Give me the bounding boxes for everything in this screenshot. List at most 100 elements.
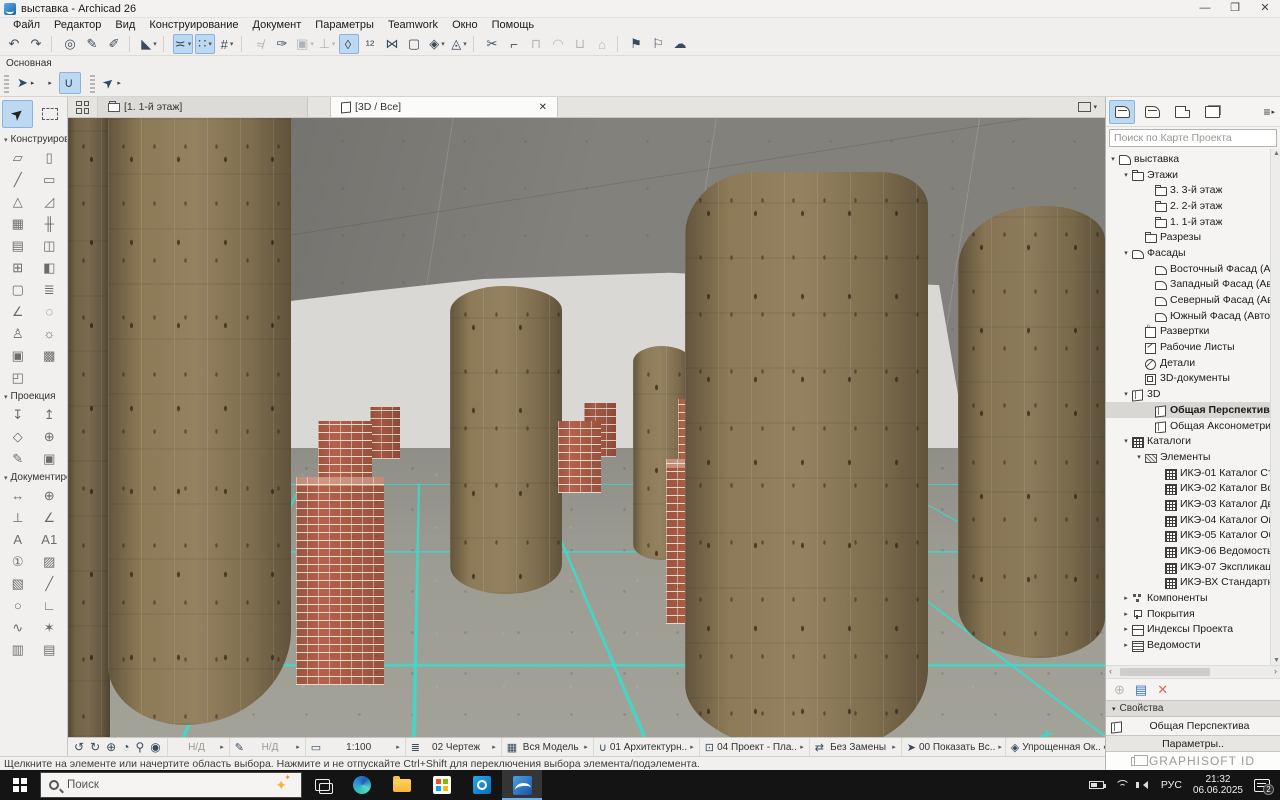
lamp-tool[interactable]: ☼ <box>36 324 62 343</box>
undo-icon[interactable]: ↶ <box>5 34 25 54</box>
tree-item-ike-03[interactable]: ИКЭ-03 Каталог Дверей <box>1106 496 1270 512</box>
drawing-tool[interactable]: ▤ <box>36 640 62 659</box>
cursor-group-button[interactable]: ➤▸ <box>13 72 38 94</box>
camera-tool[interactable]: ▣ <box>36 449 62 468</box>
spline-tool[interactable]: ∿ <box>5 618 31 637</box>
layout-book-tab[interactable] <box>1169 100 1195 124</box>
tab-overview-button[interactable] <box>68 97 98 117</box>
tree-item-3d[interactable]: ▾ 3D <box>1106 386 1270 402</box>
teamwork-cloud-icon[interactable]: ☁ <box>671 34 691 54</box>
close-button[interactable]: ✕ <box>1250 0 1280 17</box>
hotspot-tool[interactable]: ✶ <box>36 618 62 637</box>
menu-item[interactable]: Конструирование <box>142 18 245 33</box>
elevation-tool[interactable]: ↥ <box>36 405 62 424</box>
task-view-button[interactable] <box>302 770 342 800</box>
speaker-icon[interactable] <box>1139 781 1148 789</box>
sep[interactable] <box>241 36 247 52</box>
menu-item[interactable]: Вид <box>108 18 142 33</box>
hatch-tool[interactable]: ▧ <box>5 574 31 593</box>
menu-item[interactable]: Помощь <box>485 18 542 33</box>
menu-item[interactable]: Документ <box>246 18 309 33</box>
renovation-filter-select[interactable]: ➤ 00 Показать Вс.. ▸ <box>902 738 1006 756</box>
sep[interactable] <box>51 36 57 52</box>
circular-dimension-tool[interactable]: ⊕ <box>36 486 62 505</box>
ramp-tool[interactable]: ∠ <box>5 302 31 321</box>
toolbox-section-document[interactable]: ▾Документиров <box>0 469 67 485</box>
profile-column-tool[interactable]: ◰ <box>5 368 31 387</box>
gravity-icon[interactable]: ⊥▾ <box>317 34 337 54</box>
dimension-tool[interactable]: ↔ <box>5 486 31 505</box>
tree-item-components[interactable]: ▸ Компоненты <box>1106 590 1270 606</box>
archicad-app[interactable] <box>502 770 542 800</box>
tree-item-details[interactable]: Детали <box>1106 355 1270 371</box>
tree-item-sections[interactable]: Разрезы <box>1106 229 1270 245</box>
frame-icon[interactable]: ▢ <box>405 34 425 54</box>
search-input[interactable] <box>1110 132 1276 144</box>
suspend-groups-icon[interactable]: ≉ <box>251 34 271 54</box>
minimize-button[interactable]: — <box>1190 0 1220 17</box>
wood-cylinder-right[interactable] <box>958 206 1105 658</box>
orbit-icon[interactable]: ◔ <box>122 740 129 754</box>
layer-combination-select[interactable]: ≣ 02 Чертеж ▸ <box>406 738 502 756</box>
object-tool[interactable]: ♙ <box>5 324 31 343</box>
skylight-tool[interactable]: ◧ <box>36 258 62 277</box>
clock[interactable]: 21:32 06.06.2025 <box>1193 774 1243 796</box>
level-dimension-tool[interactable]: ⊥ <box>5 508 31 527</box>
curtain-wall-tool[interactable]: ▤ <box>5 236 31 255</box>
polyline-tool[interactable]: ∟ <box>36 596 62 615</box>
door-tool[interactable]: ◫ <box>36 236 62 255</box>
fillet-icon[interactable]: ◠ <box>549 34 569 54</box>
tab-floor-plan[interactable]: [1. 1-й этаж] <box>98 97 308 117</box>
editing-plane-icon[interactable]: ◊ <box>339 34 359 54</box>
scrollbar-thumb[interactable] <box>1120 668 1210 676</box>
navigator-menu-button[interactable]: ≡ ▸ <box>1263 105 1277 119</box>
zoom-back-icon[interactable]: ↺ <box>74 740 84 754</box>
pen-select[interactable]: ∪ 01 Архитектурн.. ▸ <box>594 738 700 756</box>
shell-tool[interactable]: ◿ <box>36 192 62 211</box>
guide-lines-icon[interactable]: ◣▾ <box>139 34 159 54</box>
office-app[interactable] <box>422 770 462 800</box>
sep[interactable] <box>163 36 169 52</box>
tree-item-story-1[interactable]: 1. 1-й этаж <box>1106 214 1270 230</box>
marquee-select-button[interactable]: ▸ <box>41 72 56 94</box>
inject-parameters-icon[interactable]: ✐ <box>105 34 125 54</box>
zone-stamp-tool[interactable]: ① <box>5 552 31 571</box>
tree-item-story-3[interactable]: 3. 3-й этаж <box>1106 182 1270 198</box>
detail-tool[interactable]: ⊕ <box>36 427 62 446</box>
toolbar-grip[interactable] <box>90 73 95 93</box>
delete-viewpoint-button[interactable]: ✕ <box>1157 682 1168 698</box>
group-icon[interactable]: ▣▾ <box>295 34 315 54</box>
settings-card-button[interactable]: ▤ <box>1135 682 1147 698</box>
zoom-in-icon[interactable]: ⊕ <box>106 740 116 754</box>
line-tool[interactable]: ╱ <box>36 574 62 593</box>
brick-pillar-far-left[interactable] <box>370 407 400 459</box>
sep[interactable] <box>617 36 623 52</box>
language-indicator[interactable]: РУС <box>1161 779 1182 791</box>
morph-tool[interactable]: ◌ <box>36 302 62 321</box>
tree-item-generic-perspective[interactable]: Общая Перспектива <box>1106 402 1270 418</box>
tab-options-button[interactable]: ▾ <box>1070 97 1105 117</box>
tree-item-ike-05[interactable]: ИКЭ-05 Каталог Объектов <box>1106 528 1270 544</box>
brick-pillar-mid[interactable] <box>558 421 601 493</box>
circle-tool[interactable]: ○ <box>5 596 31 615</box>
tree-item-ike-04[interactable]: ИКЭ-04 Каталог Окон <box>1106 512 1270 528</box>
wood-cylinder-mid-left[interactable] <box>450 286 562 594</box>
profile-select[interactable]: ⊡ 04 Проект - Пла.. ▸ <box>700 738 810 756</box>
offset-icon[interactable]: ⊔ <box>571 34 591 54</box>
tree-item-ike-02[interactable]: ИКЭ-02 Каталог Всех Проемов <box>1106 480 1270 496</box>
tree-item-3d-documents[interactable]: 3D-документы <box>1106 371 1270 387</box>
fit-icon[interactable]: ⋈ <box>383 34 403 54</box>
label-tool[interactable]: A1 <box>36 530 62 549</box>
publisher-tab[interactable] <box>1199 100 1225 124</box>
wood-cylinder-center[interactable] <box>685 172 928 737</box>
grid-element-tool[interactable]: ▩ <box>36 346 62 365</box>
menu-item[interactable]: Окно <box>445 18 485 33</box>
start-button[interactable] <box>0 770 40 800</box>
tree-item-project[interactable]: ▾ выставка <box>1106 151 1270 167</box>
scale-select[interactable]: ▭ 1:100 ▸ <box>306 738 406 756</box>
figure-tool[interactable]: ▥ <box>5 640 31 659</box>
tree-item-elevation-west[interactable]: Западный Фасад (Автоматически <box>1106 277 1270 293</box>
tree-item-story-2[interactable]: 2. 2-й этаж <box>1106 198 1270 214</box>
stretch-icon[interactable]: ⌂ <box>593 34 613 54</box>
column-tool[interactable]: ▯ <box>36 148 62 167</box>
